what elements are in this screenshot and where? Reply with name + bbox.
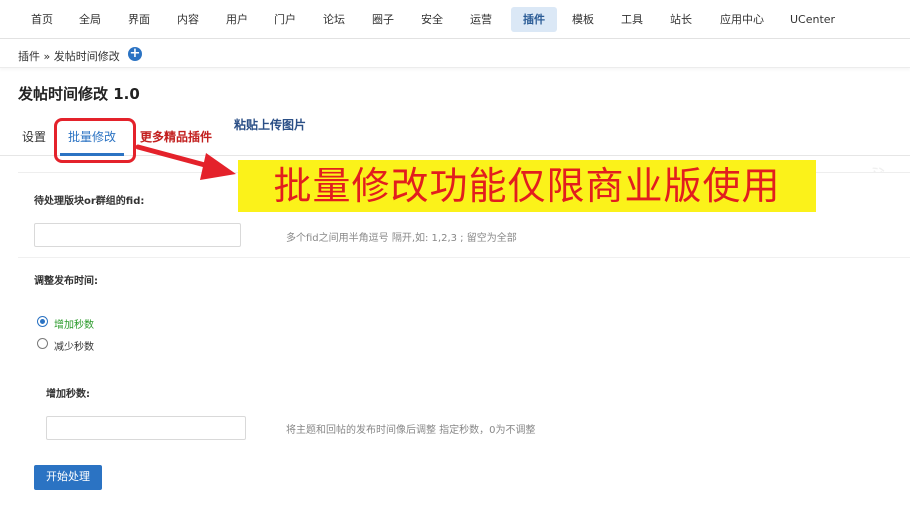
banner-text: 批量修改功能仅限商业版使用 [273,164,781,208]
annotation-arrow-icon [135,144,236,180]
commercial-only-banner: 批量修改功能仅限商业版使用 [238,160,816,212]
